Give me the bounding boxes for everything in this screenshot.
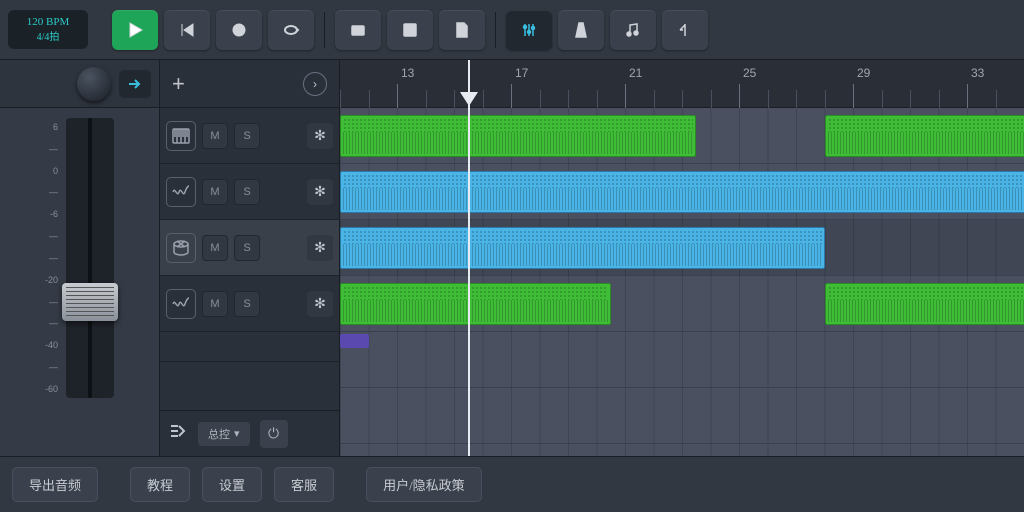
expand-button[interactable]: › [303,72,327,96]
track-row-1[interactable]: MS ✻ [160,164,339,220]
record-button[interactable] [216,10,262,50]
ruler-label: 17 [515,66,528,80]
mute-button[interactable]: M [202,123,228,149]
master-pan-knob[interactable] [77,67,111,101]
mute-button[interactable]: M [202,179,228,205]
track-settings-button[interactable]: ✻ [307,123,333,149]
master-mixer-button[interactable]: 总控▾ [198,422,250,446]
metronome-button[interactable] [558,10,604,50]
play-button[interactable] [112,10,158,50]
track-row-3[interactable]: MS ✻ [160,276,339,332]
ruler-label: 29 [857,66,870,80]
settings-button[interactable]: 设置 [202,467,262,502]
folder-button[interactable] [335,10,381,50]
notes-button[interactable] [610,10,656,50]
track-settings-button[interactable]: ✻ [307,291,333,317]
track-row-0[interactable]: MS ✻ [160,108,339,164]
top-toolbar: 120 BPM 4/4拍 [0,0,1024,60]
track-row-2[interactable]: MS ✻ [160,220,339,276]
clip[interactable] [340,334,369,348]
rewind-button[interactable] [164,10,210,50]
track-list-panel: + › MS✻MS✻MS✻MS✻ 总控▾ ⏻ [160,60,340,456]
track-type-icon[interactable] [166,233,196,263]
timesig-value: 4/4拍 [18,28,78,43]
mute-button[interactable]: M [202,235,228,261]
route-button[interactable] [119,70,151,98]
mute-button[interactable]: M [202,291,228,317]
ruler-label: 13 [401,66,414,80]
timeline-row[interactable] [340,388,1024,444]
bpm-value: 120 BPM [18,16,78,28]
solo-button[interactable]: S [234,291,260,317]
clip[interactable] [340,115,696,157]
save-button[interactable] [387,10,433,50]
loop-button[interactable] [268,10,314,50]
track-type-icon[interactable] [166,177,196,207]
track-settings-button[interactable]: ✻ [307,235,333,261]
tutorial-button[interactable]: 教程 [130,467,190,502]
timeline-ruler[interactable]: 13 17 21 25 29 33 [340,60,1024,108]
track-row-extra [160,332,339,362]
support-button[interactable]: 客服 [274,467,334,502]
arrangement-view[interactable]: 13 17 21 25 29 33 [340,60,1024,456]
solo-button[interactable]: S [234,179,260,205]
tempo-display[interactable]: 120 BPM 4/4拍 [8,10,88,49]
clip[interactable] [340,283,611,325]
snap-button[interactable] [662,10,708,50]
fader-thumb[interactable] [62,283,118,321]
track-settings-button[interactable]: ✻ [307,179,333,205]
timeline-row[interactable] [340,332,1024,388]
track-type-icon[interactable] [166,121,196,151]
clip[interactable] [825,115,1024,157]
add-track-button[interactable]: + [172,71,185,97]
clip-area[interactable] [340,108,1024,456]
solo-button[interactable]: S [234,123,260,149]
power-button[interactable]: ⏻ [260,420,288,448]
master-volume-panel: 6—0—-6——-20——-40—-60 [0,60,160,456]
route-icon[interactable] [168,422,188,445]
bottom-bar: 导出音频 教程 设置 客服 用户/隐私政策 [0,456,1024,512]
ruler-label: 21 [629,66,642,80]
clip[interactable] [340,171,1024,213]
clip[interactable] [340,227,825,269]
privacy-button[interactable]: 用户/隐私政策 [366,467,482,502]
mixer-button[interactable] [506,10,552,50]
export-audio-button[interactable]: 导出音频 [12,467,98,502]
ruler-label: 33 [971,66,984,80]
ruler-label: 25 [743,66,756,80]
solo-button[interactable]: S [234,235,260,261]
master-fader[interactable] [66,118,114,398]
fader-scale: 6—0—-6——-20——-40—-60 [45,118,58,398]
track-type-icon[interactable] [166,289,196,319]
clip[interactable] [825,283,1024,325]
new-file-button[interactable] [439,10,485,50]
